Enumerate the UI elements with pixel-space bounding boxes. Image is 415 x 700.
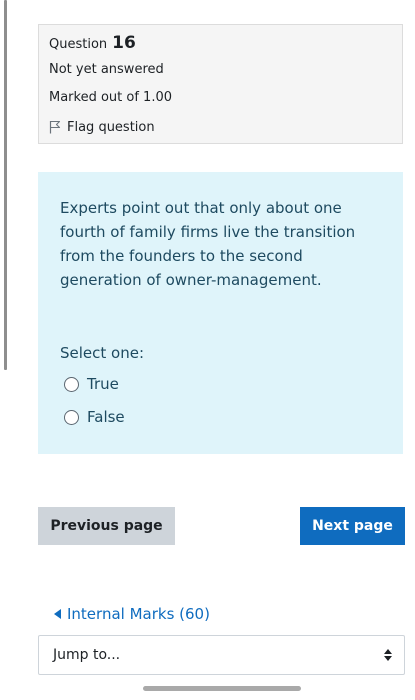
left-divider (4, 0, 7, 370)
option-true-label: True (87, 375, 119, 393)
triangle-left-icon (54, 609, 61, 619)
question-info-panel: Question 16 Not yet answered Marked out … (38, 24, 403, 144)
jump-to-label: Jump to... (53, 647, 121, 663)
chevron-up-icon (384, 649, 392, 654)
radio-true[interactable] (64, 376, 79, 392)
question-marks: Marked out of 1.00 (49, 90, 173, 105)
chevron-down-icon (384, 656, 392, 661)
option-false-label: False (87, 408, 125, 426)
home-indicator (143, 686, 301, 691)
flag-question-label: Flag question (67, 119, 155, 135)
previous-page-button[interactable]: Previous page (38, 507, 175, 545)
question-heading: Question 16 (49, 33, 392, 59)
question-content-panel: Experts point out that only about one fo… (38, 172, 403, 454)
flag-outline-icon (49, 120, 61, 134)
flag-question-link[interactable]: Flag question (49, 115, 392, 139)
question-status: Not yet answered (49, 62, 164, 77)
back-link-label: Internal Marks (60) (67, 605, 210, 623)
back-to-course-link[interactable]: Internal Marks (60) (54, 605, 210, 623)
jump-to-select[interactable]: Jump to... (38, 635, 405, 675)
question-label: Question (49, 37, 108, 52)
quiz-page: Question 16 Not yet answered Marked out … (0, 0, 415, 700)
updown-chevron-icon (384, 649, 392, 661)
radio-false[interactable] (64, 409, 79, 425)
option-false[interactable]: False (60, 406, 381, 428)
question-number: 16 (112, 33, 136, 53)
next-page-button[interactable]: Next page (300, 507, 405, 545)
option-true[interactable]: True (60, 373, 381, 395)
question-text: Experts point out that only about one fo… (60, 199, 356, 289)
select-one-label: Select one: (60, 344, 145, 362)
